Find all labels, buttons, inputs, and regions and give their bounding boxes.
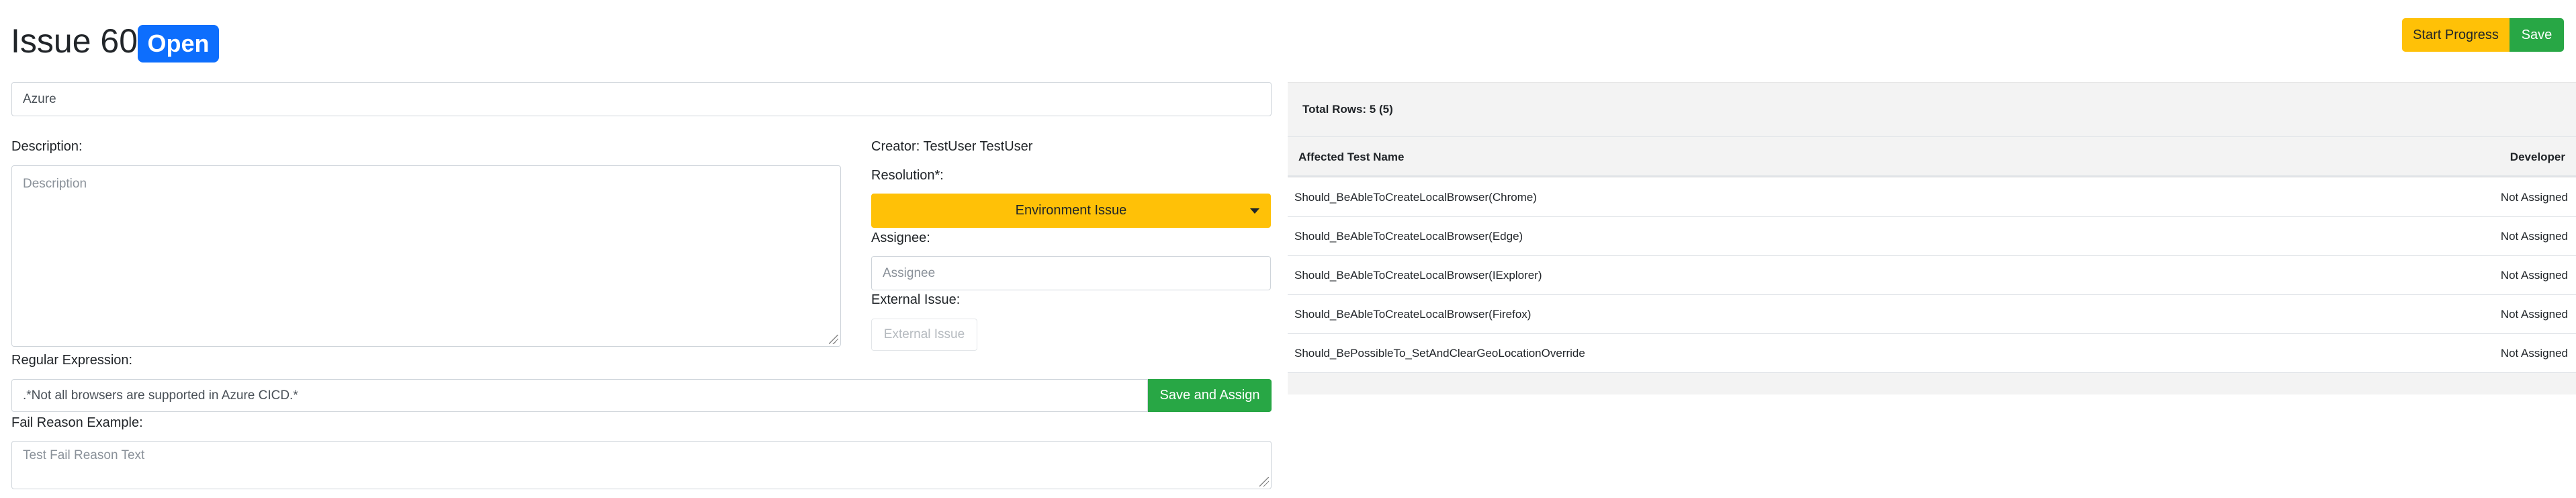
regex-input[interactable]: .*Not all browsers are supported in Azur… bbox=[11, 379, 1148, 412]
table-body: Should_BeAbleToCreateLocalBrowser(Chrome… bbox=[1288, 178, 2576, 373]
developer-cell: Not Assigned bbox=[2500, 347, 2568, 360]
external-issue-input[interactable]: External Issue bbox=[871, 319, 977, 351]
column-header-test-name[interactable]: Affected Test Name bbox=[1298, 151, 1404, 164]
test-name-cell: Should_BePossibleTo_SetAndClearGeoLocati… bbox=[1294, 347, 1585, 360]
regex-label: Regular Expression: bbox=[11, 353, 133, 368]
resolution-value: Environment Issue bbox=[1015, 203, 1127, 218]
status-badge: Open bbox=[138, 25, 219, 63]
assignee-input[interactable]: Assignee bbox=[871, 256, 1271, 290]
table-row[interactable]: Should_BeAbleToCreateLocalBrowser(Edge) … bbox=[1288, 217, 2576, 256]
assignee-placeholder: Assignee bbox=[883, 265, 936, 280]
table-header: Affected Test Name Developer bbox=[1288, 137, 2576, 177]
developer-cell: Not Assigned bbox=[2500, 191, 2568, 204]
test-name-cell: Should_BeAbleToCreateLocalBrowser(Chrome… bbox=[1294, 191, 1537, 204]
developer-cell: Not Assigned bbox=[2500, 269, 2568, 282]
assignee-label: Assignee: bbox=[871, 231, 930, 245]
page-title: Issue 60 bbox=[11, 22, 138, 60]
total-rows-text: Total Rows: 5 (5) bbox=[1302, 103, 1393, 116]
column-header-developer[interactable]: Developer bbox=[2510, 151, 2565, 164]
table-row[interactable]: Should_BeAbleToCreateLocalBrowser(IExplo… bbox=[1288, 256, 2576, 295]
resize-handle-icon[interactable] bbox=[1259, 477, 1269, 487]
creator-text: Creator: TestUser TestUser bbox=[871, 139, 1033, 154]
test-name-cell: Should_BeAbleToCreateLocalBrowser(IExplo… bbox=[1294, 269, 1542, 282]
issue-name-input[interactable]: Azure bbox=[11, 82, 1272, 116]
fail-reason-placeholder: Test Fail Reason Text bbox=[23, 448, 145, 462]
save-button[interactable]: Save bbox=[2510, 18, 2564, 52]
affected-tests-panel: Total Rows: 5 (5) Affected Test Name Dev… bbox=[1288, 82, 2576, 395]
description-placeholder: Description bbox=[23, 177, 87, 191]
developer-cell: Not Assigned bbox=[2500, 230, 2568, 243]
test-name-cell: Should_BeAbleToCreateLocalBrowser(Edge) bbox=[1294, 230, 1523, 243]
caret-down-icon bbox=[1250, 208, 1259, 214]
fail-reason-label: Fail Reason Example: bbox=[11, 415, 143, 430]
resolution-label: Resolution*: bbox=[871, 168, 944, 183]
external-issue-placeholder: External Issue bbox=[883, 327, 965, 341]
developer-cell: Not Assigned bbox=[2500, 308, 2568, 321]
resolution-select[interactable]: Environment Issue bbox=[871, 194, 1271, 228]
issue-name-value: Azure bbox=[23, 91, 56, 106]
start-progress-button[interactable]: Start Progress bbox=[2402, 18, 2510, 52]
description-textarea[interactable]: Description bbox=[11, 165, 841, 347]
save-and-assign-button[interactable]: Save and Assign bbox=[1148, 379, 1272, 412]
description-label: Description: bbox=[11, 139, 83, 154]
external-issue-label: External Issue: bbox=[871, 292, 961, 307]
resize-handle-icon[interactable] bbox=[829, 335, 838, 344]
table-row[interactable]: Should_BeAbleToCreateLocalBrowser(Chrome… bbox=[1288, 178, 2576, 217]
table-row[interactable]: Should_BeAbleToCreateLocalBrowser(Firefo… bbox=[1288, 295, 2576, 334]
panel-header: Total Rows: 5 (5) bbox=[1288, 83, 2576, 137]
fail-reason-textarea[interactable]: Test Fail Reason Text bbox=[11, 441, 1272, 489]
table-row[interactable]: Should_BePossibleTo_SetAndClearGeoLocati… bbox=[1288, 334, 2576, 373]
regex-value: .*Not all browsers are supported in Azur… bbox=[23, 388, 298, 403]
test-name-cell: Should_BeAbleToCreateLocalBrowser(Firefo… bbox=[1294, 308, 1531, 321]
